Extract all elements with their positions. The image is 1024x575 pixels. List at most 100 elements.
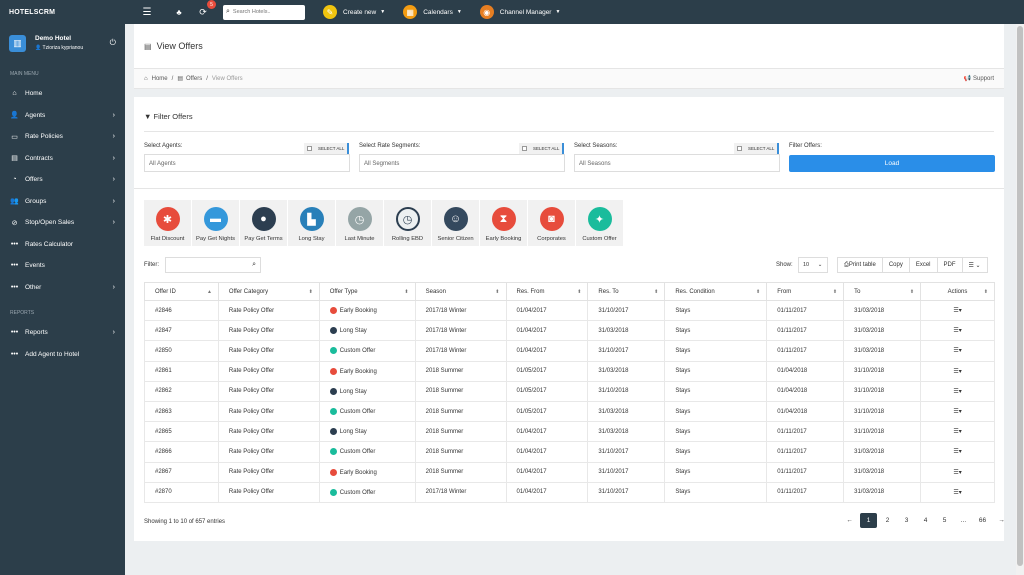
offer-type-dot-icon <box>329 407 337 415</box>
breadcrumb-offers[interactable]: Offers <box>186 76 202 82</box>
page-button-4[interactable]: 4 <box>917 513 934 528</box>
load-button[interactable]: Load <box>789 155 995 172</box>
actions-menu-icon[interactable]: ☰▾ <box>953 409 961 415</box>
actions-menu-icon[interactable]: ☰▾ <box>953 490 961 496</box>
offer-tile-custom-offer[interactable]: ✦ Custom Offer <box>576 200 623 246</box>
offer-tile-pay-get-terms[interactable]: ● Pay Get Terms <box>240 200 287 246</box>
page-button-1[interactable]: 1 <box>860 513 877 528</box>
table-filter-input[interactable]: ⌕ <box>165 257 261 273</box>
chevron-down-icon: ▼ <box>555 9 561 15</box>
page-button-66[interactable]: 66 <box>974 513 991 528</box>
filter-title: ▼ Filter Offers <box>144 112 193 121</box>
cell-value: 31/10/2017 <box>598 469 629 476</box>
hotel-search-input[interactable] <box>232 9 293 15</box>
page-size-select[interactable]: 10 ⌄ <box>797 257 828 273</box>
sidebar-item-rate-policies[interactable]: ▭ Rate Policies › <box>0 126 125 148</box>
cell-value: Long Stay <box>339 388 367 395</box>
sidebar-item-events[interactable]: ••• Events <box>0 255 125 277</box>
table-row: #2850 Rate Policy Offer Custom Offer 2017/1… <box>144 340 995 362</box>
page-button-3[interactable]: 3 <box>898 513 915 528</box>
groups-icon: 👥 <box>10 198 19 206</box>
bell-icon[interactable]: ♣ <box>171 4 187 20</box>
cell-value: 31/03/2018 <box>598 368 629 375</box>
seasons-select-all[interactable]: SELECT ALL <box>734 143 780 154</box>
segments-select[interactable]: All Segments <box>359 154 565 172</box>
power-icon[interactable]: ⏻ <box>110 38 116 48</box>
segments-select-all[interactable]: SELECT ALL <box>519 143 565 154</box>
sidebar-item-rates-calculator[interactable]: ••• Rates Calculator <box>0 234 125 256</box>
offer-tile-corporates[interactable]: ◙ Corporates <box>528 200 575 246</box>
offer-tile-rolling-ebd[interactable]: ◷ Rolling EBD <box>384 200 431 246</box>
column-header-to[interactable]: To ⬍ <box>843 282 922 301</box>
sync-icon[interactable]: ⟳ 5 <box>195 0 216 20</box>
table-cell: 2017/18 Winter <box>414 320 507 342</box>
actions-menu-icon[interactable]: ☰▾ <box>953 369 961 375</box>
sidebar-item-agents[interactable]: 👤 Agents › <box>0 105 125 127</box>
actions-menu-icon[interactable]: ☰▾ <box>953 328 961 334</box>
cell-value: 2018 Summer <box>425 388 464 395</box>
sidebar-item-add-agent-to-hotel[interactable]: ••• Add Agent to Hotel <box>0 344 125 366</box>
column-visibility-button[interactable]: ☰ ⌄ <box>961 257 988 273</box>
prev-page-button[interactable]: ← <box>841 513 858 528</box>
actions-menu-icon[interactable]: ☰▾ <box>953 308 961 314</box>
cell-value: Stays <box>675 388 691 395</box>
cell-value: 31/03/2018 <box>598 428 629 435</box>
agents-select[interactable]: All Agents <box>144 154 350 172</box>
sidebar-item-groups[interactable]: 👥 Groups › <box>0 191 125 213</box>
actions-menu-icon[interactable]: ☰▾ <box>953 470 961 476</box>
breadcrumb-home[interactable]: Home <box>152 76 168 82</box>
offer-tile-long-stay[interactable]: ▙ Long Stay <box>288 200 335 246</box>
column-header-res-to[interactable]: Res. To ⬍ <box>587 282 666 301</box>
sidebar-item-stop-open-sales[interactable]: ⊘ Stop/Open Sales › <box>0 212 125 234</box>
table-cell: 31/03/2018 <box>843 481 922 503</box>
offer-tile-pay-get-nights[interactable]: ▬ Pay Get Nights <box>192 200 239 246</box>
table-cell: #2863 <box>144 400 219 423</box>
page-button-2[interactable]: 2 <box>879 513 896 528</box>
hotel-search[interactable]: ⌕ <box>223 4 305 20</box>
pdf-button[interactable]: PDF <box>936 257 963 273</box>
topmenu-create-new[interactable]: ✎ Create new ▼ <box>323 5 385 19</box>
scrollbar-thumb[interactable] <box>1017 26 1023 566</box>
sidebar-item-other[interactable]: ••• Other › <box>0 277 125 299</box>
excel-button[interactable]: Excel <box>908 257 938 273</box>
copy-button[interactable]: Copy <box>881 257 910 273</box>
column-header-offer-type[interactable]: Offer Type ⬍ <box>318 282 416 301</box>
actions-menu-icon[interactable]: ☰▾ <box>953 449 961 455</box>
row-actions: ☰▾ <box>920 481 995 503</box>
sidebar-item-home[interactable]: ⌂ Home <box>0 83 125 105</box>
seasons-select[interactable]: All Seasons <box>574 154 780 172</box>
column-header-from[interactable]: From ⬍ <box>766 282 845 301</box>
offer-tile-flat-discount[interactable]: ✱ Flat Discount <box>144 200 191 246</box>
sidebar-item-contracts[interactable]: ▤ Contracts › <box>0 148 125 170</box>
column-header-season[interactable]: Season ⬍ <box>414 282 507 301</box>
offer-tile-early-booking[interactable]: ⧗ Early Booking <box>480 200 527 246</box>
print-table-button[interactable]: ⎙ Print table <box>837 257 883 273</box>
topmenu-channel-manager[interactable]: ◉ Channel Manager ▼ <box>479 5 561 19</box>
offer-tile-senior-citizen[interactable]: ☺ Senior Citizen <box>432 200 479 246</box>
actions-menu-icon[interactable]: ☰▾ <box>953 348 961 354</box>
page-scrollbar[interactable] <box>1016 24 1024 575</box>
table-cell: 2018 Summer <box>414 441 507 463</box>
page-button-5[interactable]: 5 <box>936 513 953 528</box>
sidebar-item-reports[interactable]: ••• Reports › <box>0 322 125 344</box>
column-header-offer-category[interactable]: Offer Category ⬍ <box>217 282 320 301</box>
topmenu-calendars[interactable]: ▦ Calendars ▼ <box>403 5 462 19</box>
offer-tile-last-minute[interactable]: ◷ Last Minute <box>336 200 383 246</box>
table-cell: 01/11/2017 <box>766 441 845 463</box>
next-page-button[interactable]: → <box>993 513 1010 528</box>
column-header-res-from[interactable]: Res. From ⬍ <box>505 282 589 301</box>
table-cell: #2847 <box>144 320 219 342</box>
table-cell: 31/03/2018 <box>843 299 922 322</box>
agents-select-all[interactable]: SELECT ALL <box>304 143 350 154</box>
menu-toggle-icon[interactable]: ☰ <box>139 4 155 20</box>
actions-menu-icon[interactable]: ☰▾ <box>953 389 961 395</box>
support-link[interactable]: 📢 Support <box>964 75 994 82</box>
actions-menu-icon[interactable]: ☰▾ <box>953 429 961 435</box>
sidebar-item-offers[interactable]: ◔ Offers › <box>0 169 125 191</box>
brand-logo[interactable]: HOTELSCRM <box>0 9 125 16</box>
cell-value: 01/05/2017 <box>516 368 547 375</box>
column-header-actions[interactable]: Actions ⬍ <box>920 282 995 301</box>
column-header-res-condition[interactable]: Res. Condition ⬍ <box>664 282 768 301</box>
column-header-offer-id[interactable]: Offer ID ▲ <box>144 282 219 301</box>
cell-value: 31/03/2018 <box>854 469 885 476</box>
